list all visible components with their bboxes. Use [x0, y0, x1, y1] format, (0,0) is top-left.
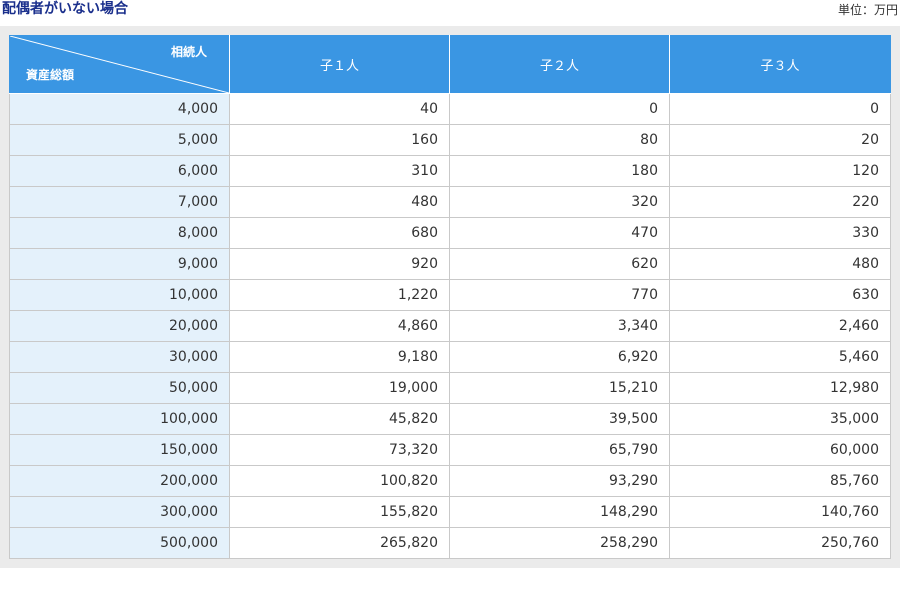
table-row: 300,000 155,820 148,290 140,760: [9, 496, 891, 528]
value-cell: 160: [229, 124, 450, 156]
value-cell: 180: [449, 155, 670, 187]
value-cell: 9,180: [229, 341, 450, 373]
value-cell: 258,290: [449, 527, 670, 559]
value-cell: 65,790: [449, 434, 670, 466]
value-cell: 35,000: [669, 403, 891, 435]
table-row: 50,000 19,000 15,210 12,980: [9, 372, 891, 404]
value-cell: 39,500: [449, 403, 670, 435]
value-cell: 1,220: [229, 279, 450, 311]
value-cell: 770: [449, 279, 670, 311]
asset-cell: 300,000: [9, 496, 230, 528]
table-row: 7,000 480 320 220: [9, 186, 891, 218]
table-row: 5,000 160 80 20: [9, 124, 891, 156]
table-row: 100,000 45,820 39,500 35,000: [9, 403, 891, 435]
column-header-three-children: 子３人: [669, 35, 891, 94]
table-row: 30,000 9,180 6,920 5,460: [9, 341, 891, 373]
value-cell: 45,820: [229, 403, 450, 435]
table-row: 8,000 680 470 330: [9, 217, 891, 249]
asset-cell: 6,000: [9, 155, 230, 187]
asset-cell: 500,000: [9, 527, 230, 559]
table-row: 4,000 40 0 0: [9, 93, 891, 125]
value-cell: 80: [449, 124, 670, 156]
asset-cell: 100,000: [9, 403, 230, 435]
table-row: 9,000 920 620 480: [9, 248, 891, 280]
title-bar: 配偶者がいない場合 単位：万円: [0, 0, 900, 26]
value-cell: 0: [669, 93, 891, 125]
value-cell: 2,460: [669, 310, 891, 342]
asset-cell: 200,000: [9, 465, 230, 497]
column-header-one-child: 子１人: [229, 35, 450, 94]
value-cell: 310: [229, 155, 450, 187]
asset-cell: 10,000: [9, 279, 230, 311]
value-cell: 19,000: [229, 372, 450, 404]
asset-cell: 5,000: [9, 124, 230, 156]
table-row: 20,000 4,860 3,340 2,460: [9, 310, 891, 342]
value-cell: 93,290: [449, 465, 670, 497]
table-row: 200,000 100,820 93,290 85,760: [9, 465, 891, 497]
column-header-two-children: 子２人: [449, 35, 670, 94]
value-cell: 630: [669, 279, 891, 311]
table-row: 6,000 310 180 120: [9, 155, 891, 187]
table-header: 相続人 資産総額 子１人 子２人 子３人: [9, 35, 891, 94]
asset-cell: 50,000: [9, 372, 230, 404]
table-row: 10,000 1,220 770 630: [9, 279, 891, 311]
header-row: 相続人 資産総額 子１人 子２人 子３人: [9, 35, 891, 94]
value-cell: 3,340: [449, 310, 670, 342]
value-cell: 470: [449, 217, 670, 249]
value-cell: 4,860: [229, 310, 450, 342]
value-cell: 85,760: [669, 465, 891, 497]
value-cell: 920: [229, 248, 450, 280]
value-cell: 265,820: [229, 527, 450, 559]
asset-cell: 9,000: [9, 248, 230, 280]
value-cell: 12,980: [669, 372, 891, 404]
value-cell: 100,820: [229, 465, 450, 497]
table-panel: 相続人 資産総額 子１人 子２人 子３人 4,000 40 0 0 5,000 160 8…: [0, 26, 900, 568]
corner-header-cell: 相続人 資産総額: [9, 35, 230, 94]
page-title: 配偶者がいない場合: [2, 1, 128, 17]
table-row: 150,000 73,320 65,790 60,000: [9, 434, 891, 466]
asset-axis-label: 資産総額: [26, 68, 75, 82]
value-cell: 140,760: [669, 496, 891, 528]
value-cell: 480: [229, 186, 450, 218]
tax-table: 相続人 資産総額 子１人 子２人 子３人 4,000 40 0 0 5,000 160 8…: [9, 35, 891, 559]
asset-cell: 7,000: [9, 186, 230, 218]
value-cell: 0: [449, 93, 670, 125]
value-cell: 250,760: [669, 527, 891, 559]
page: 配偶者がいない場合 単位：万円 相続人 資産総額 子１人 子２人 子３人 4,0…: [0, 0, 900, 600]
value-cell: 5,460: [669, 341, 891, 373]
value-cell: 148,290: [449, 496, 670, 528]
value-cell: 330: [669, 217, 891, 249]
value-cell: 155,820: [229, 496, 450, 528]
value-cell: 120: [669, 155, 891, 187]
heir-axis-label: 相続人: [170, 45, 207, 59]
unit-label: 単位：万円: [837, 3, 898, 17]
table-body: 4,000 40 0 0 5,000 160 80 20 6,000 310 180 120 7,…: [9, 93, 891, 559]
value-cell: 6,920: [449, 341, 670, 373]
asset-cell: 20,000: [9, 310, 230, 342]
asset-cell: 30,000: [9, 341, 230, 373]
value-cell: 20: [669, 124, 891, 156]
asset-cell: 8,000: [9, 217, 230, 249]
value-cell: 620: [449, 248, 670, 280]
asset-cell: 4,000: [9, 93, 230, 125]
value-cell: 220: [669, 186, 891, 218]
value-cell: 40: [229, 93, 450, 125]
value-cell: 480: [669, 248, 891, 280]
table-row: 500,000 265,820 258,290 250,760: [9, 527, 891, 559]
value-cell: 320: [449, 186, 670, 218]
value-cell: 15,210: [449, 372, 670, 404]
asset-cell: 150,000: [9, 434, 230, 466]
value-cell: 680: [229, 217, 450, 249]
value-cell: 73,320: [229, 434, 450, 466]
value-cell: 60,000: [669, 434, 891, 466]
